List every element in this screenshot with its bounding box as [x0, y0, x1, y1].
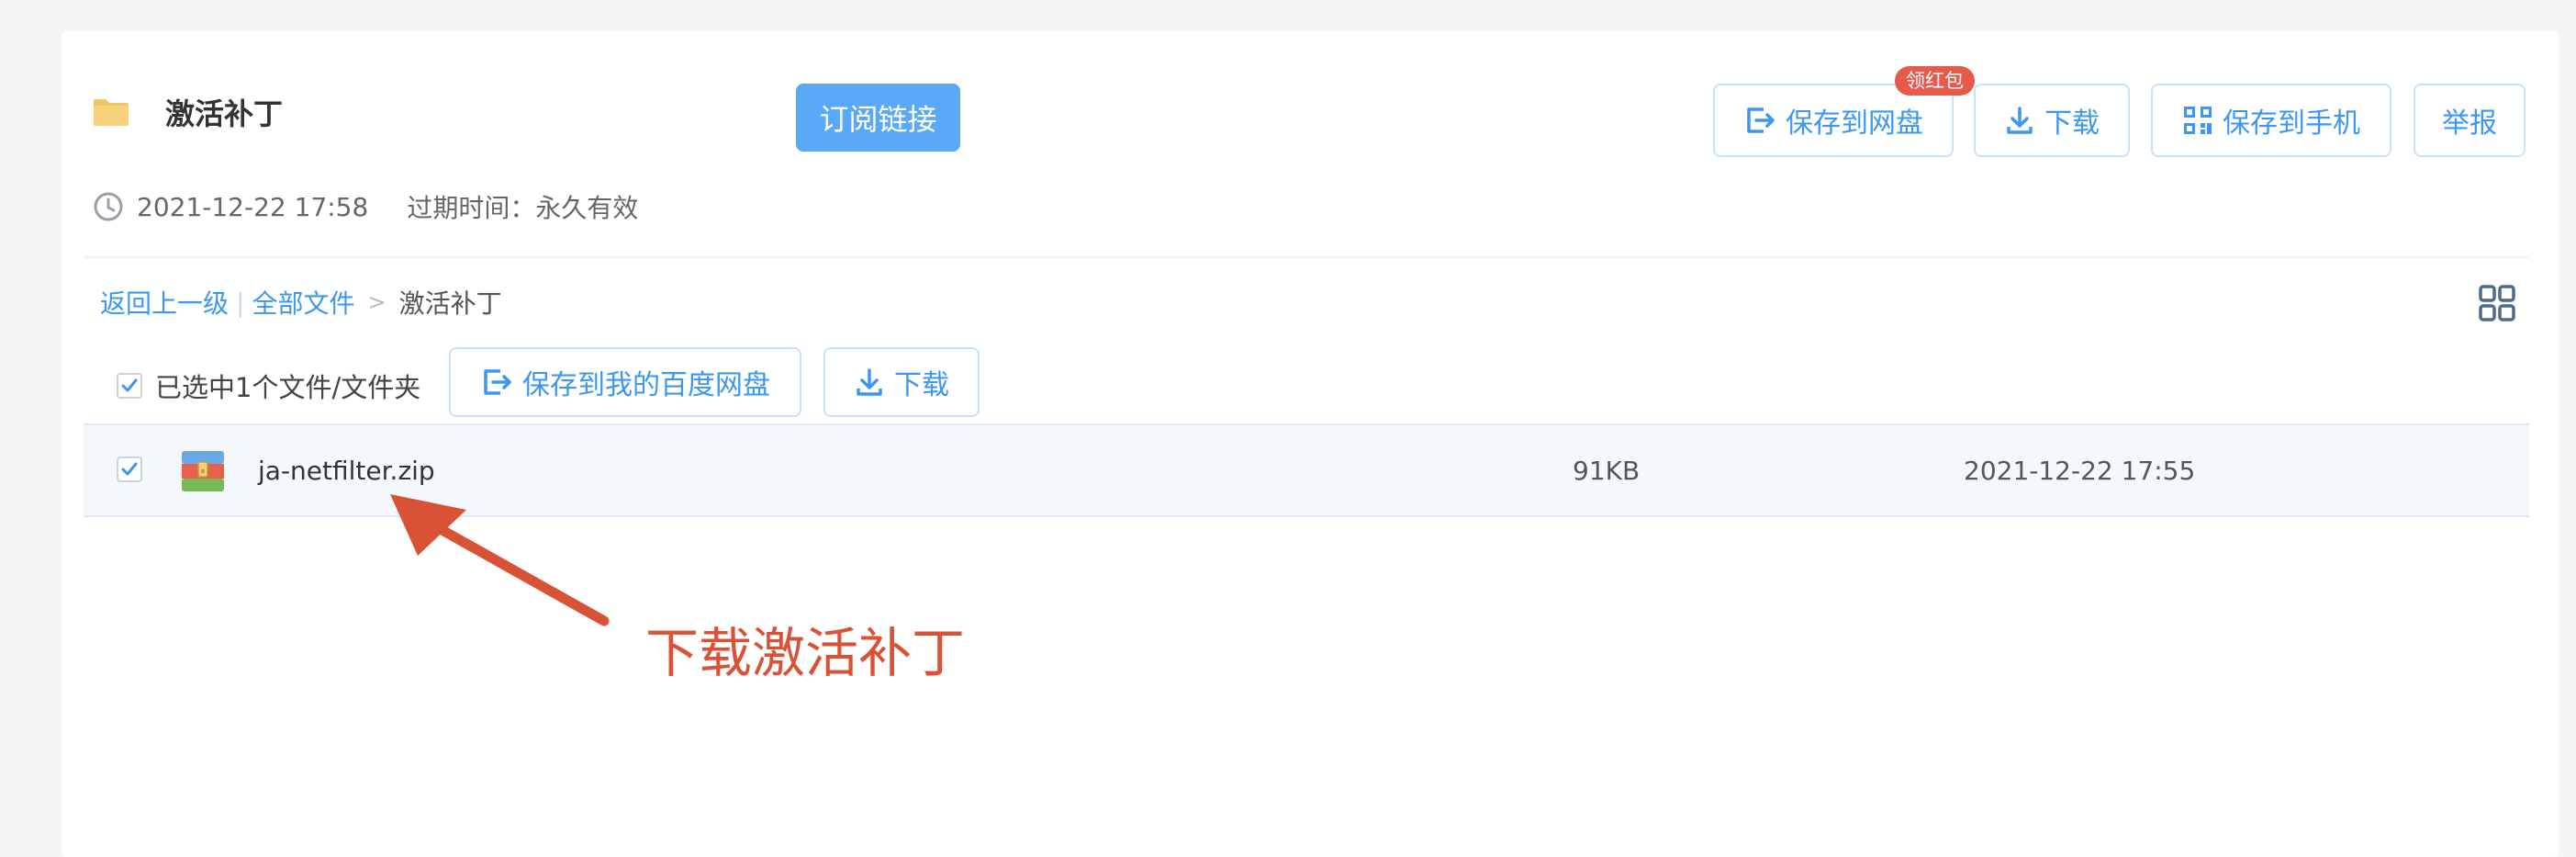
- save-to-disk-icon: [484, 369, 511, 395]
- annotation-text: 下载激活补丁: [645, 622, 966, 684]
- breadcrumb-back-link[interactable]: 返回上一级: [100, 284, 229, 321]
- download-icon: [2007, 107, 2033, 134]
- checkbox-checked-icon: [121, 378, 138, 392]
- save-to-phone-label: 保存到手机: [2223, 107, 2360, 140]
- folder-icon: [94, 99, 129, 126]
- divider: [84, 256, 2529, 258]
- select-all-checkbox[interactable]: [117, 373, 142, 399]
- download-button[interactable]: 下载: [1974, 84, 2130, 157]
- save-to-phone-button[interactable]: 保存到手机: [2151, 84, 2391, 157]
- selection-status: 已选中1个文件/文件夹: [117, 367, 420, 404]
- clock-icon: [94, 192, 123, 221]
- zip-file-icon: [182, 451, 224, 491]
- file-name[interactable]: ja-netfilter.zip: [258, 453, 435, 490]
- save-to-disk-icon: [1747, 107, 1775, 133]
- grid-view-icon[interactable]: [2478, 284, 2516, 322]
- red-packet-badge[interactable]: 领红包: [1895, 66, 1975, 96]
- save-to-disk-label: 保存到网盘: [1786, 107, 1923, 140]
- selection-count-text: 已选中1个文件/文件夹: [155, 372, 421, 403]
- breadcrumb-all-files-link[interactable]: 全部文件: [252, 284, 354, 321]
- breadcrumb: 返回上一级 | 全部文件 > 激活补丁: [100, 284, 502, 321]
- download-label: 下载: [2044, 107, 2100, 140]
- breadcrumb-arrow: >: [367, 289, 386, 315]
- share-title: 激活补丁: [165, 96, 284, 131]
- selection-download-label: 下载: [894, 369, 949, 401]
- qr-code-icon: [2184, 107, 2212, 134]
- file-date: 2021-12-22 17:55: [1964, 456, 2196, 486]
- report-button[interactable]: 举报: [2414, 84, 2526, 157]
- expire-time: 过期时间：永久有效: [407, 193, 639, 223]
- file-row[interactable]: ja-netfilter.zip 91KB 2021-12-22 17:55: [84, 423, 2529, 517]
- file-size: 91KB: [1573, 456, 1641, 486]
- save-to-my-disk-button[interactable]: 保存到我的百度网盘: [449, 347, 801, 417]
- share-meta: 2021-12-22 17:58 过期时间：永久有效: [93, 189, 638, 224]
- breadcrumb-separator: |: [236, 287, 245, 318]
- created-time: 2021-12-22 17:58: [137, 191, 369, 222]
- subscribe-link-button[interactable]: 订阅链接: [796, 84, 960, 152]
- file-checkbox[interactable]: [117, 457, 142, 482]
- save-to-my-disk-label: 保存到我的百度网盘: [522, 369, 770, 401]
- breadcrumb-current: 激活补丁: [398, 288, 502, 319]
- checkbox-checked-icon: [121, 462, 138, 476]
- selection-download-button[interactable]: 下载: [823, 347, 980, 417]
- download-icon: [857, 368, 882, 396]
